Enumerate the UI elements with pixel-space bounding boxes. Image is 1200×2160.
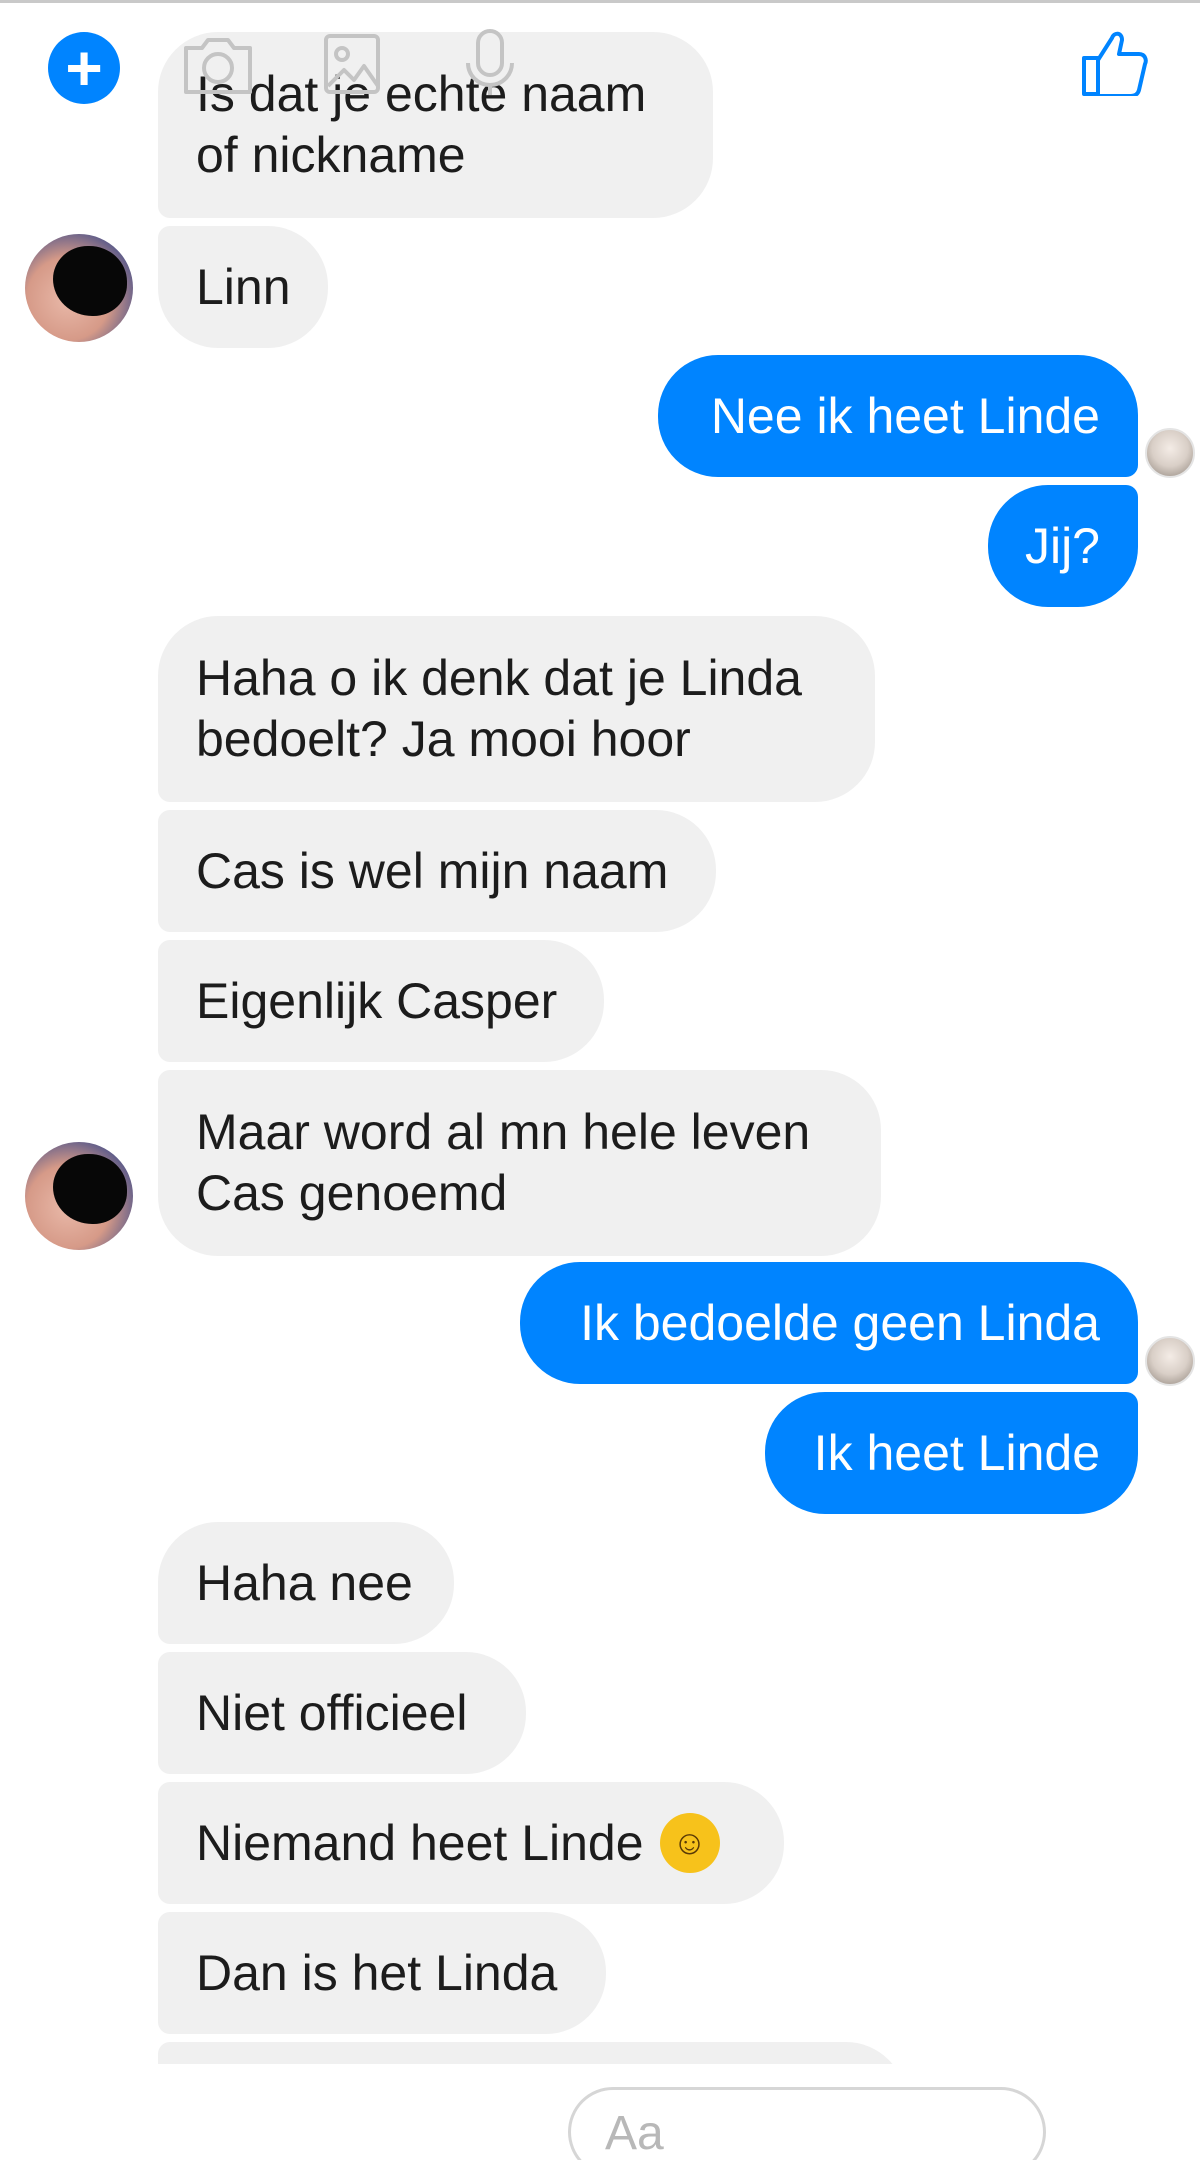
seen-avatar (1145, 1336, 1195, 1386)
message-incoming[interactable]: Dan is het Linda (158, 1912, 606, 2034)
message-incoming[interactable]: Maar word al mn hele leven Cas genoemd (158, 1070, 881, 1256)
contact-avatar[interactable] (25, 234, 133, 342)
message-incoming-partial[interactable] (158, 2042, 906, 2064)
message-outgoing[interactable]: Jij? (988, 485, 1138, 607)
image-icon[interactable] (322, 28, 382, 96)
message-incoming[interactable]: Eigenlijk Casper (158, 940, 604, 1062)
message-text: Ik heet Linde (813, 1424, 1100, 1481)
message-incoming[interactable]: Haha nee (158, 1522, 454, 1644)
thumbs-up-icon[interactable] (1080, 28, 1150, 96)
conversation[interactable]: Is dat je echte naam of nickname Linn Ne… (0, 0, 1200, 2064)
message-text: Jij? (1024, 517, 1100, 574)
message-outgoing[interactable]: Nee ik heet Linde (658, 355, 1138, 477)
message-outgoing[interactable]: Ik bedoelde geen Linda (520, 1262, 1138, 1384)
message-text: Eigenlijk Casper (196, 972, 558, 1029)
message-text: Dan is het Linda (196, 1944, 558, 2001)
message-text: Haha o ik denk dat je Linda bedoelt? Ja … (196, 650, 802, 767)
message-outgoing[interactable]: Ik heet Linde (765, 1392, 1138, 1514)
message-incoming[interactable]: Cas is wel mijn naam (158, 810, 716, 932)
redaction-mark (53, 246, 127, 316)
message-incoming[interactable]: Niet officieel (158, 1652, 526, 1774)
message-input[interactable]: Aa (568, 2087, 1046, 2160)
contact-avatar[interactable] (25, 1142, 133, 1250)
message-incoming[interactable]: Linn (158, 226, 328, 348)
message-text: Ik bedoelde geen Linda (580, 1294, 1100, 1351)
message-text: Maar word al mn hele leven Cas genoemd (196, 1104, 811, 1221)
message-input-placeholder: Aa (605, 2107, 664, 2160)
plus-icon[interactable]: + (48, 32, 120, 104)
message-text: Nee ik heet Linde (710, 387, 1100, 444)
message-text: Niet officieel (196, 1684, 468, 1741)
seen-avatar (1145, 428, 1195, 478)
message-incoming[interactable]: Haha o ik denk dat je Linda bedoelt? Ja … (158, 616, 875, 802)
camera-icon[interactable] (180, 28, 256, 96)
message-incoming[interactable]: Niemand heet Linde ☺ (158, 1782, 784, 1904)
redaction-mark (53, 1154, 127, 1224)
message-text: Niemand heet Linde (196, 1814, 644, 1871)
message-text: Linn (196, 258, 291, 315)
tears-of-joy-emoji-icon: ☺ (659, 1813, 720, 1873)
message-text: Haha nee (196, 1554, 413, 1611)
message-text: Cas is wel mijn naam (196, 842, 669, 899)
message-text: Is dat je echte naam of nickname (196, 66, 647, 183)
microphone-icon[interactable] (462, 28, 518, 96)
